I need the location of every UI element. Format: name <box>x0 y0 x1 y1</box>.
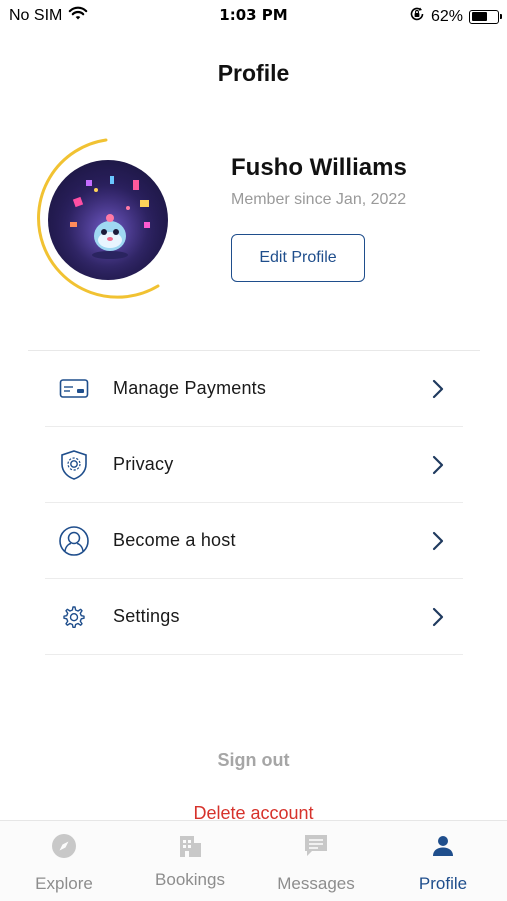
chevron-right-icon <box>431 379 445 399</box>
tab-bar: Explore Bookings Messages Profile <box>0 820 507 901</box>
menu-item-privacy[interactable]: Privacy <box>45 427 463 503</box>
tab-label-bookings: Bookings <box>155 870 225 889</box>
menu-label-privacy: Privacy <box>113 454 174 474</box>
user-circle-icon <box>57 524 91 558</box>
battery-icon <box>469 9 502 24</box>
user-name: Fusho Williams <box>231 154 407 181</box>
tab-profile[interactable]: Profile <box>393 821 493 901</box>
tab-label-profile: Profile <box>418 874 468 893</box>
chevron-right-icon <box>431 455 445 475</box>
tab-bookings[interactable]: Bookings <box>140 821 240 901</box>
card-icon <box>57 372 91 406</box>
battery-percent: 62% <box>430 7 463 25</box>
menu-item-manage-payments[interactable]: Manage Payments <box>45 351 463 427</box>
page-title: Profile <box>217 60 290 86</box>
avatar[interactable] <box>48 160 168 280</box>
message-icon <box>303 832 329 858</box>
compass-icon <box>51 833 77 859</box>
tab-label-explore: Explore <box>35 874 93 893</box>
tab-label-messages: Messages <box>277 874 355 893</box>
avatar-container[interactable] <box>26 138 186 300</box>
building-icon <box>177 833 203 859</box>
person-icon <box>430 833 456 859</box>
tab-explore[interactable]: Explore <box>14 821 114 901</box>
menu-label-settings: Settings <box>113 606 180 626</box>
tab-messages[interactable]: Messages <box>266 821 366 901</box>
status-bar: No SIM 1:03 PM 62% <box>0 0 507 30</box>
menu-item-settings[interactable]: Settings <box>45 579 463 655</box>
menu-label-manage-payments: Manage Payments <box>113 378 267 398</box>
avatar-illustration <box>48 160 168 280</box>
profile-menu: Manage Payments Privacy Become a host Se… <box>45 351 463 655</box>
menu-item-become-host[interactable]: Become a host <box>45 503 463 579</box>
shield-icon <box>57 448 91 482</box>
chevron-right-icon <box>431 531 445 551</box>
edit-profile-button[interactable]: Edit Profile <box>231 234 365 282</box>
menu-label-become-host: Become a host <box>113 530 236 550</box>
sign-out-button[interactable]: Sign out <box>0 750 507 771</box>
orientation-lock-icon <box>409 6 425 27</box>
status-right: 62% <box>409 6 502 27</box>
chevron-right-icon <box>431 607 445 627</box>
gear-icon <box>57 600 91 634</box>
member-since: Member since Jan, 2022 <box>231 191 407 208</box>
